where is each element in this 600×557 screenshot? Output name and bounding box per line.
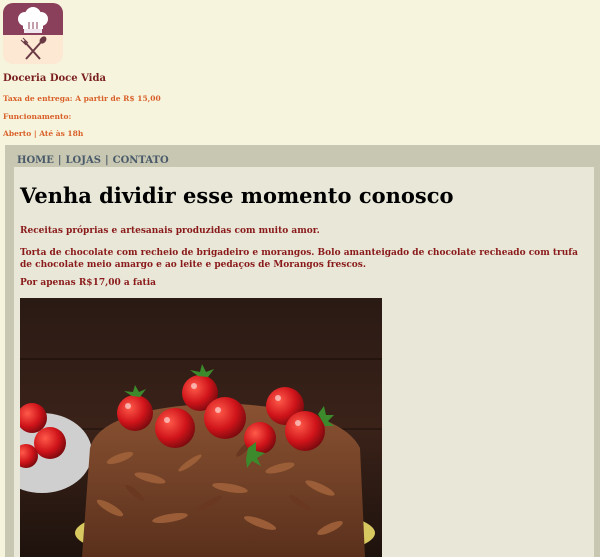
logo-icon — [3, 3, 63, 64]
delivery-fee: Taxa de entrega: A partir de R$ 15,00 — [3, 94, 161, 103]
hours-value: Aberto | Até às 18h — [3, 129, 84, 138]
main-frame: HOME | LOJAS | CONTATO Venha dividir esse mo… — [5, 145, 600, 557]
price-text: Por apenas R$17,00 a fatia — [20, 278, 156, 288]
cake-image — [20, 298, 382, 557]
main-nav: HOME | LOJAS | CONTATO — [17, 155, 169, 166]
content-panel: Venha dividir esse momento conosco Recei… — [14, 167, 594, 557]
nav-home-link[interactable]: HOME — [17, 155, 54, 166]
page-title: Venha dividir esse momento conosco — [20, 183, 454, 208]
brand-name: Doceria Doce Vida — [3, 73, 106, 84]
nav-separator: | — [57, 155, 62, 166]
nav-contact-link[interactable]: CONTATO — [113, 155, 169, 166]
nav-separator: | — [104, 155, 109, 166]
nav-stores-link[interactable]: LOJAS — [66, 155, 101, 166]
product-description: Torta de chocolate com recheio de brigad… — [20, 248, 578, 270]
intro-text: Receitas próprias e artesanais produzida… — [20, 226, 320, 236]
hours-label: Funcionamento: — [3, 112, 72, 121]
